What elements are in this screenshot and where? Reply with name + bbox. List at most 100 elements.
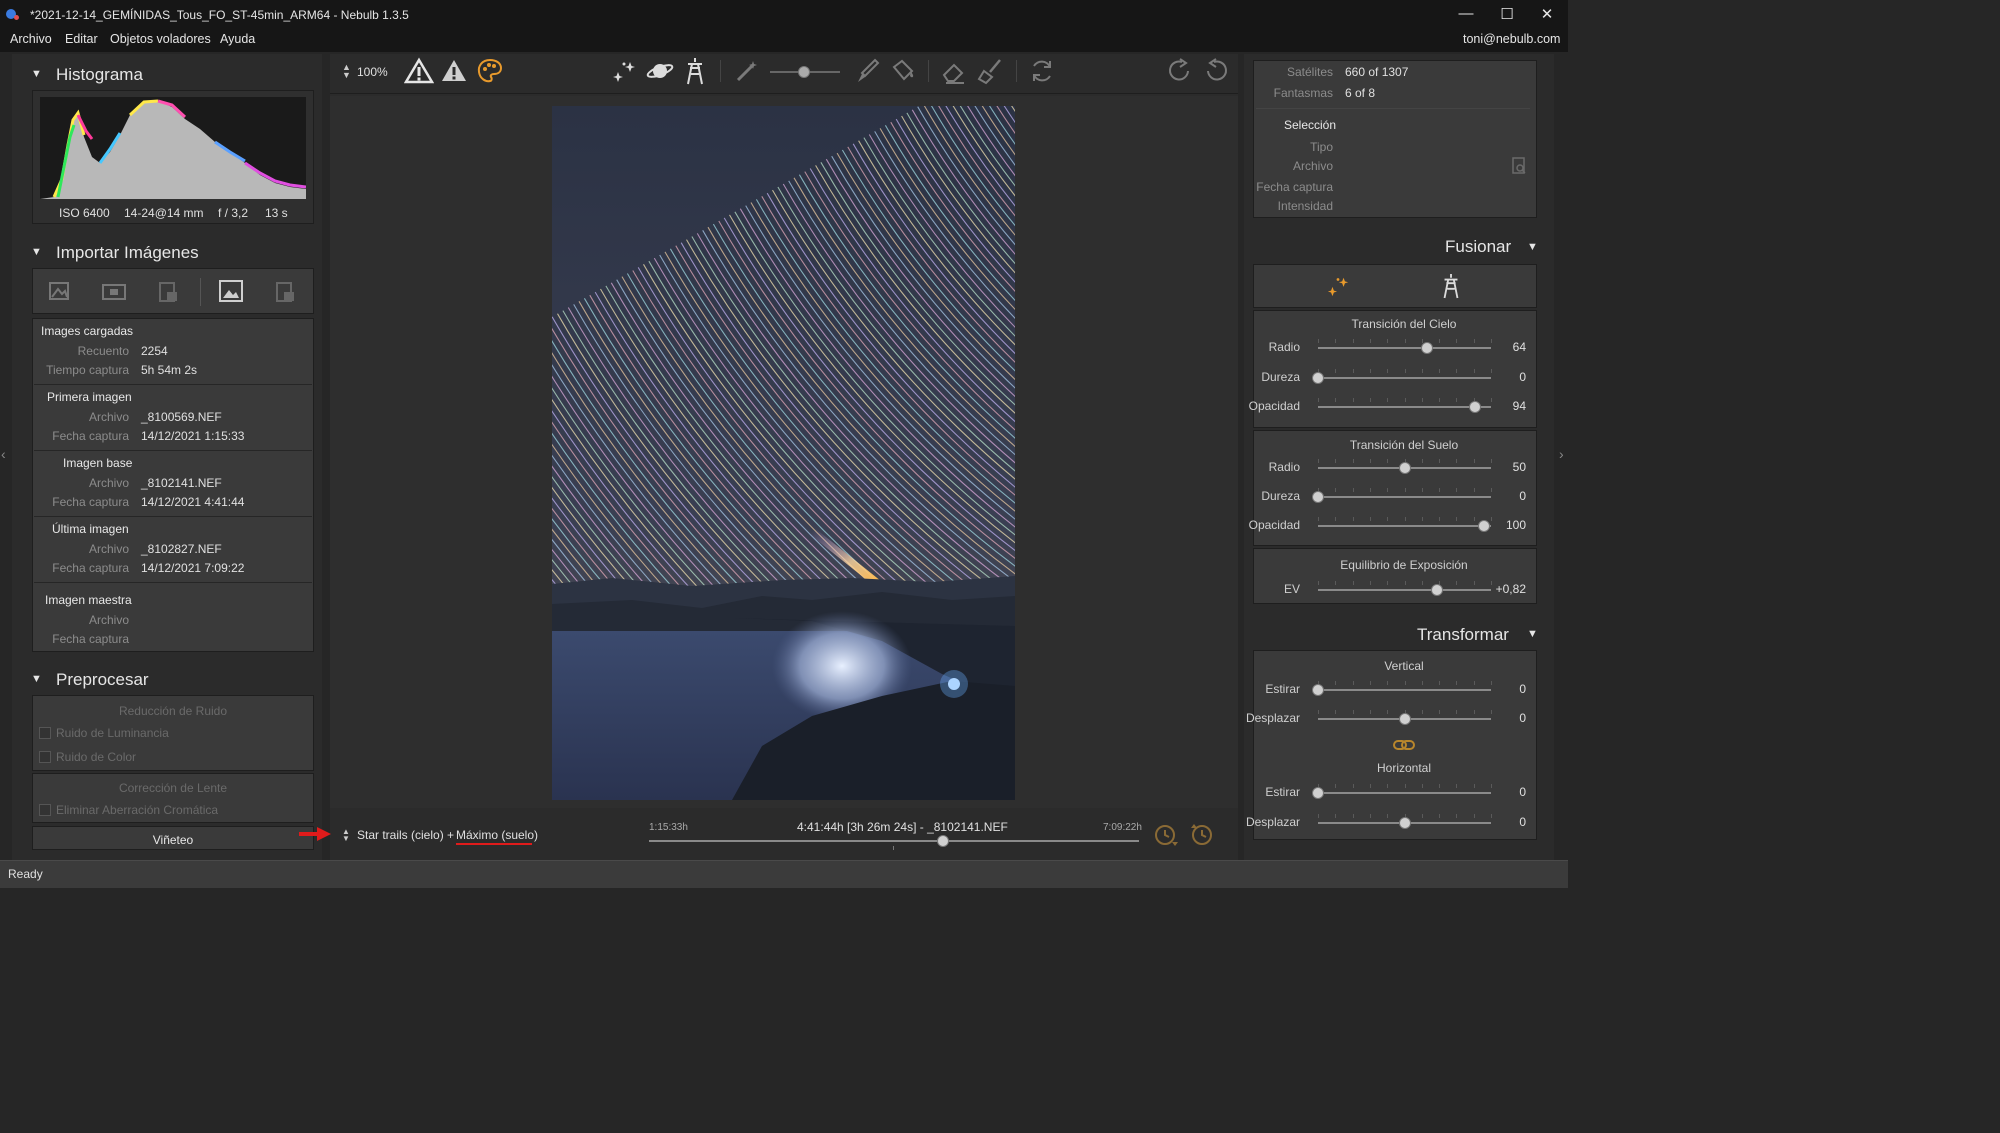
import-folder-icon[interactable] — [101, 280, 127, 302]
ground-tower-icon[interactable] — [1439, 272, 1463, 300]
palette-icon[interactable] — [476, 57, 504, 85]
slider-thumb[interactable] — [1469, 401, 1482, 413]
slider-thumb[interactable] — [1312, 787, 1324, 799]
slider-label: Estirar — [1265, 682, 1300, 696]
refresh-icon[interactable] — [1028, 57, 1056, 85]
stars-icon[interactable] — [610, 58, 638, 84]
sky-opacidad-slider[interactable]: Opacidad 94 — [1249, 397, 1543, 417]
ev-slider[interactable]: EV +0,82 — [1253, 580, 1543, 600]
image-preview[interactable] — [552, 106, 1015, 800]
slider-thumb[interactable] — [1398, 713, 1411, 725]
close-button[interactable]: ✕ — [1537, 5, 1557, 23]
color-noise-checkbox[interactable] — [39, 751, 51, 763]
vertical-stretch-slider[interactable]: Estirar 0 — [1253, 680, 1543, 700]
timeline-thumb[interactable] — [937, 835, 949, 847]
slider-tick — [1439, 784, 1440, 788]
sweep-brush-icon[interactable] — [976, 57, 1004, 85]
eraser-icon[interactable] — [940, 57, 968, 85]
warning-filled-icon[interactable] — [440, 58, 468, 84]
maximize-button[interactable]: ☐ — [1497, 5, 1517, 23]
tower-icon[interactable] — [682, 56, 708, 86]
loaded-header: Images cargadas — [41, 324, 134, 338]
base-image-icon[interactable] — [218, 279, 244, 303]
slider-track[interactable] — [1318, 792, 1491, 794]
slider-label: Desplazar — [1245, 711, 1300, 725]
luminance-noise-label: Ruido de Luminancia — [56, 726, 169, 740]
slider-track[interactable] — [1318, 589, 1491, 591]
collapse-left-icon[interactable]: ‹ — [1, 446, 6, 462]
brush-icon[interactable] — [855, 57, 881, 85]
slider-thumb[interactable] — [1420, 342, 1433, 354]
timeline-track[interactable] — [649, 840, 1139, 842]
brush-size-thumb[interactable] — [798, 66, 810, 78]
vertical-shift-slider[interactable]: Desplazar 0 — [1246, 709, 1543, 729]
user-account[interactable]: toni@nebulb.com — [1463, 32, 1560, 46]
import-collapse-icon[interactable]: ▼ — [31, 246, 42, 258]
slider-track[interactable] — [1318, 347, 1491, 349]
slider-thumb[interactable] — [1398, 462, 1411, 474]
sky-stars-icon[interactable] — [1325, 274, 1351, 298]
blend-mode-ground[interactable]: Máximo (suelo) — [456, 828, 538, 842]
luminance-noise-checkbox[interactable] — [39, 727, 51, 739]
redo-icon[interactable] — [1166, 57, 1194, 85]
slider-thumb[interactable] — [1431, 584, 1444, 596]
selection-intensity-label: Intensidad — [1277, 199, 1333, 213]
red-arrow-icon — [299, 827, 331, 841]
ground-radio-slider[interactable]: Radio 50 — [1253, 458, 1543, 478]
collapse-right-icon[interactable]: › — [1559, 446, 1564, 462]
horizontal-stretch-slider[interactable]: Estirar 0 — [1253, 783, 1543, 803]
slider-label: Estirar — [1265, 785, 1300, 799]
ground-opacidad-slider[interactable]: Opacidad 100 — [1249, 516, 1543, 536]
slider-tick — [1335, 488, 1336, 492]
clock-forward-icon[interactable] — [1153, 822, 1179, 848]
slider-thumb[interactable] — [1312, 372, 1324, 384]
histogram-collapse-icon[interactable]: ▼ — [31, 68, 42, 80]
sky-radio-slider[interactable]: Radio 64 — [1253, 338, 1543, 358]
slider-track[interactable] — [1318, 377, 1491, 379]
slider-track[interactable] — [1318, 406, 1491, 408]
slider-thumb[interactable] — [1312, 684, 1324, 696]
slider-label: Opacidad — [1248, 518, 1300, 532]
menu-archivo[interactable]: Archivo — [10, 32, 52, 46]
blend-mode-prefix[interactable]: Star trails (cielo) + — [357, 828, 457, 842]
link-icon[interactable] — [1393, 738, 1415, 752]
slider-tick — [1370, 581, 1371, 585]
horizontal-header: Horizontal — [1376, 761, 1432, 775]
sky-dureza-slider[interactable]: Dureza 0 — [1253, 368, 1543, 388]
slider-thumb[interactable] — [1398, 817, 1411, 829]
planet-icon[interactable] — [646, 58, 674, 84]
search-file-icon[interactable] — [1510, 156, 1528, 176]
import-images-icon[interactable] — [47, 280, 71, 302]
slider-tick — [1370, 459, 1371, 463]
master-clipboard-icon[interactable] — [273, 280, 297, 304]
magic-wand-icon[interactable] — [734, 58, 760, 84]
menu-editar[interactable]: Editar — [65, 32, 98, 46]
import-clipboard-icon[interactable] — [156, 280, 180, 304]
clock-back-icon[interactable] — [1189, 822, 1215, 848]
merge-collapse-icon[interactable]: ▼ — [1527, 241, 1538, 253]
undo-icon[interactable] — [1202, 57, 1230, 85]
minimize-button[interactable]: — — [1456, 5, 1476, 22]
zoom-stepper-icon[interactable]: ▲ ▼ — [342, 63, 351, 80]
menu-ayuda[interactable]: Ayuda — [220, 32, 255, 46]
menu-objetos-voladores[interactable]: Objetos voladores — [110, 32, 211, 46]
lens-header: Corrección de Lente — [118, 781, 228, 795]
slider-tick — [1422, 369, 1423, 373]
slider-tick — [1353, 784, 1354, 788]
slider-track[interactable] — [1318, 496, 1491, 498]
slider-tick — [1474, 517, 1475, 521]
last-date: 14/12/2021 7:09:22 — [141, 561, 245, 575]
fill-bucket-icon[interactable] — [888, 57, 916, 85]
warning-outline-icon[interactable] — [404, 57, 434, 85]
chromatic-aberration-checkbox[interactable] — [39, 804, 51, 816]
horizontal-shift-slider[interactable]: Desplazar 0 — [1246, 813, 1543, 833]
slider-track[interactable] — [1318, 525, 1491, 527]
ground-dureza-slider[interactable]: Dureza 0 — [1253, 487, 1543, 507]
sky-transition-header: Transición del Cielo — [1351, 317, 1457, 331]
zoom-level[interactable]: 100% — [357, 65, 388, 79]
slider-track[interactable] — [1318, 689, 1491, 691]
preprocess-collapse-icon[interactable]: ▼ — [31, 673, 42, 685]
slider-thumb[interactable] — [1312, 491, 1324, 503]
mode-stepper-icon[interactable]: ▲ ▼ — [342, 828, 350, 843]
transform-collapse-icon[interactable]: ▼ — [1527, 628, 1538, 640]
